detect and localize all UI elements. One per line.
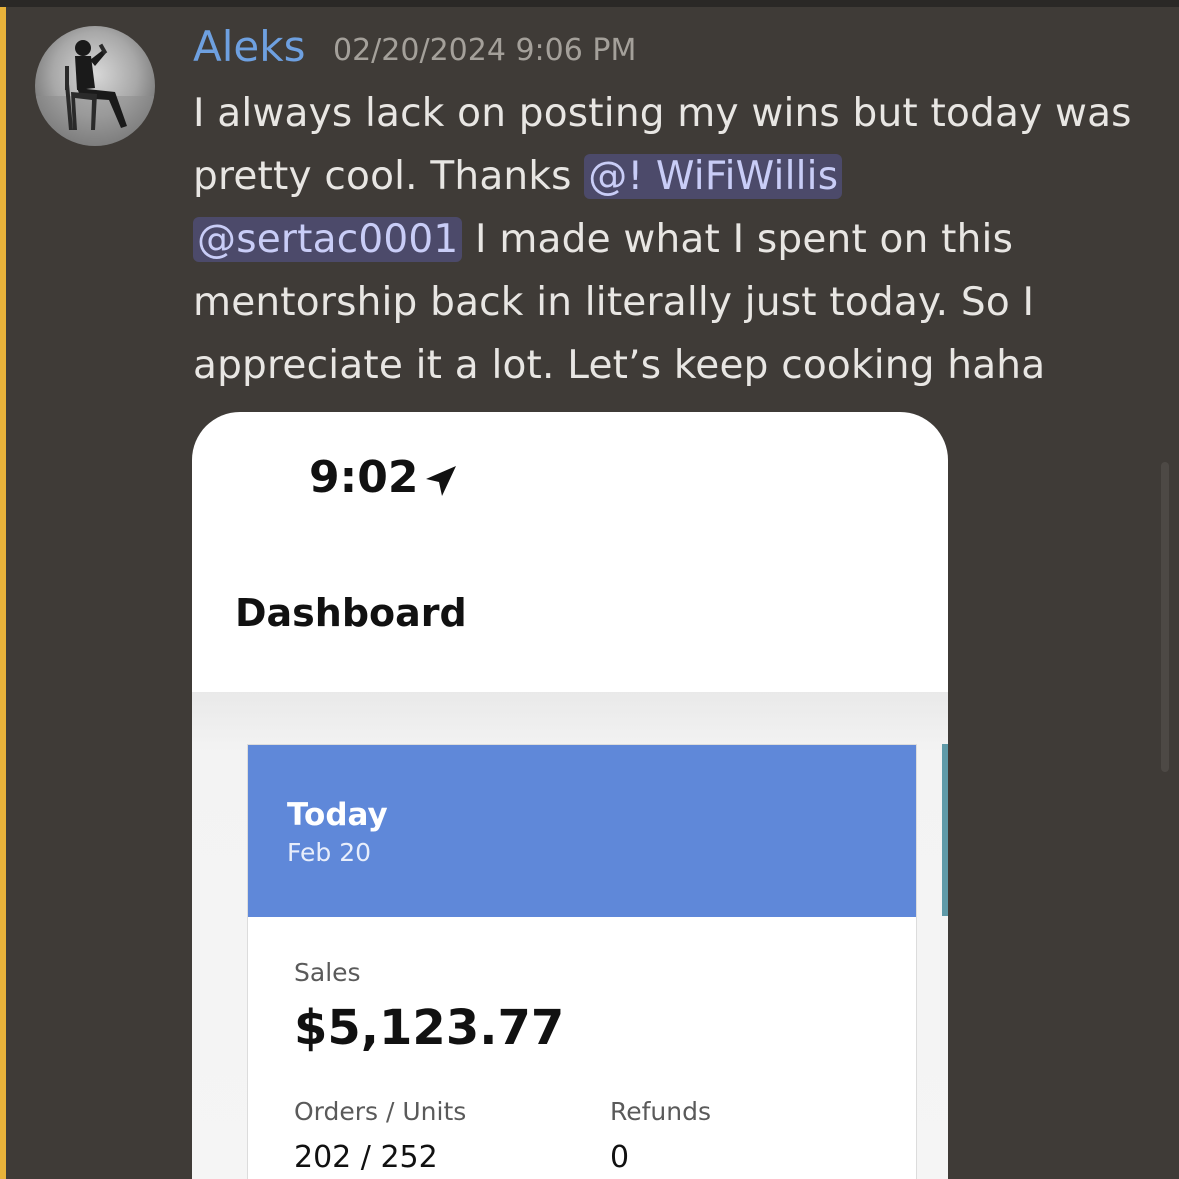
sales-value: $5,123.77 xyxy=(294,1000,565,1056)
message-line: @sertac0001 I made what I spent on this xyxy=(193,208,1163,271)
sales-label: Sales xyxy=(294,958,361,987)
location-arrow-icon xyxy=(426,466,456,496)
message-content: I always lack on posting my wins but tod… xyxy=(193,82,1163,397)
message-text: I made what I spent on this xyxy=(462,217,1014,262)
author-name[interactable]: Aleks xyxy=(193,22,305,72)
image-attachment[interactable]: 9:02 Dashboard Today Feb 20 Sales $5,123… xyxy=(192,412,948,1179)
summary-card[interactable]: Today Feb 20 Sales $5,123.77 Orders / Un… xyxy=(247,744,917,1179)
message-line: appreciate it a lot. Let’s keep cooking … xyxy=(193,343,1046,388)
scrollbar[interactable] xyxy=(1161,462,1169,772)
page-title: Dashboard xyxy=(235,591,467,635)
top-bar xyxy=(0,0,1179,7)
message-line: mentorship back in literally just today.… xyxy=(193,280,1035,325)
mention-sertac0001[interactable]: @sertac0001 xyxy=(193,217,463,262)
card-date: Feb 20 xyxy=(287,838,372,867)
avatar[interactable] xyxy=(35,26,155,146)
status-bar-time: 9:02 xyxy=(309,452,419,503)
card-period: Today xyxy=(287,797,388,833)
refunds-value: 0 xyxy=(610,1140,630,1175)
orders-units-value: 202 / 252 xyxy=(294,1140,438,1175)
orders-units-label: Orders / Units xyxy=(294,1097,467,1126)
card-header: Today Feb 20 xyxy=(248,745,916,917)
message-line: I always lack on posting my wins but tod… xyxy=(193,91,1132,136)
avatar-image xyxy=(35,40,155,146)
message-timestamp[interactable]: 02/20/2024 9:06 PM xyxy=(333,33,636,69)
refunds-label: Refunds xyxy=(610,1097,712,1126)
message-line: pretty cool. Thanks @! WiFiWillis xyxy=(193,145,1163,208)
mention-wifiwillis[interactable]: @! WiFiWillis xyxy=(584,154,843,199)
message-text: pretty cool. Thanks xyxy=(193,154,585,199)
next-card-edge xyxy=(942,744,948,916)
message-highlight-bar xyxy=(0,7,6,1179)
